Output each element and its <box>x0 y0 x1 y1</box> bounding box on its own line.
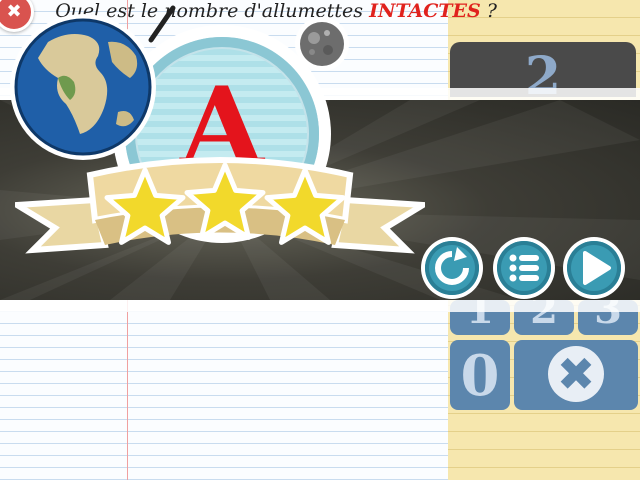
earth-icon <box>10 14 156 160</box>
next-button[interactable] <box>563 237 625 299</box>
menu-button[interactable] <box>493 237 555 299</box>
moon-icon <box>295 17 349 71</box>
banner-edge-bottom <box>0 300 640 312</box>
replay-button[interactable] <box>421 237 483 299</box>
key-0[interactable]: 0 <box>450 340 510 410</box>
question-suffix: ? <box>486 0 497 22</box>
delete-icon: ✖ <box>548 346 604 402</box>
play-next-icon <box>583 251 611 285</box>
delete-key[interactable]: ✖ <box>514 340 638 410</box>
stars-ribbon <box>15 157 425 254</box>
replay-icon <box>435 247 469 285</box>
menu-list-icon <box>509 254 539 282</box>
question-highlight: INTACTES <box>369 0 481 22</box>
